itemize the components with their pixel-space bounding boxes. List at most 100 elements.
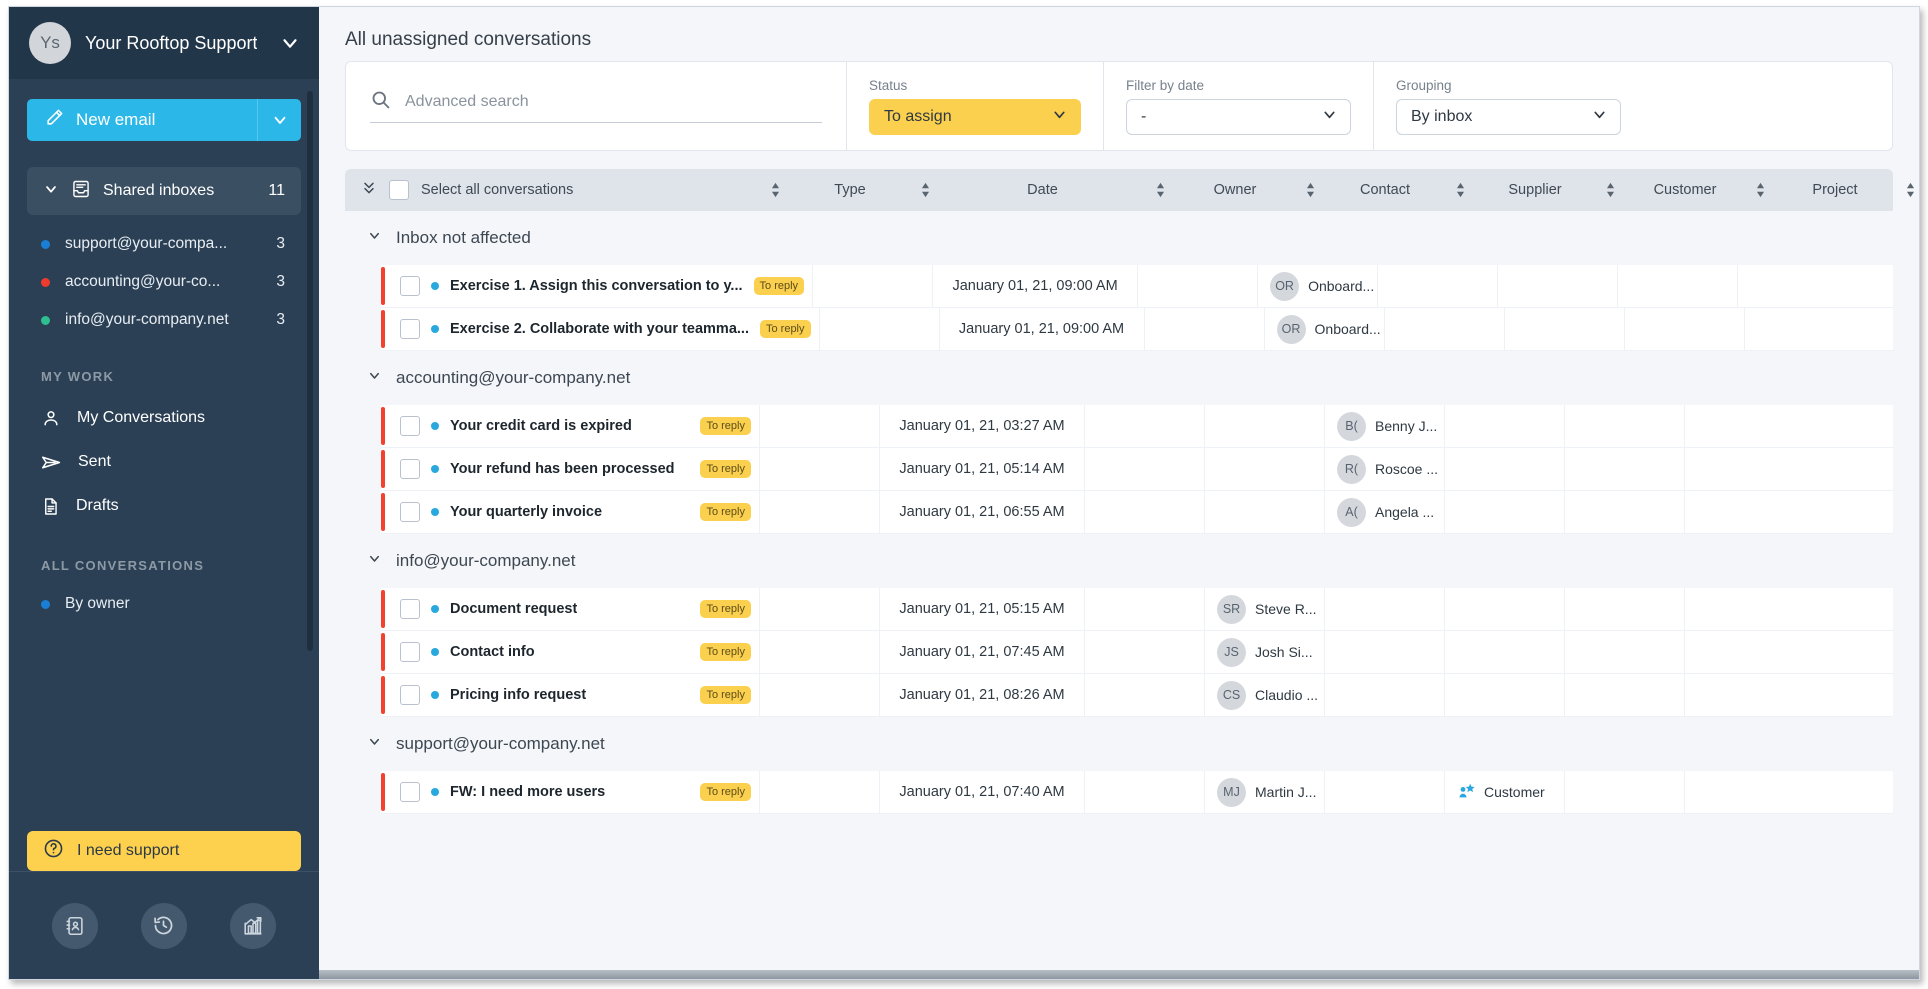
new-email-button[interactable]: New email: [27, 99, 301, 141]
chevron-down-icon[interactable]: [367, 734, 382, 754]
group-header[interactable]: Inbox not affected: [345, 211, 1893, 265]
subject-cell[interactable]: Document requestTo reply: [381, 588, 760, 630]
subject-cell[interactable]: FW: I need more usersTo reply: [381, 771, 760, 813]
table-row[interactable]: Your quarterly invoiceTo replyJanuary 01…: [381, 491, 1893, 534]
group-header[interactable]: accounting@your-company.net: [345, 351, 1893, 405]
row-checkbox[interactable]: [400, 599, 420, 619]
row-checkbox[interactable]: [400, 459, 420, 479]
group-header[interactable]: info@your-company.net: [345, 534, 1893, 588]
grouping-select[interactable]: By inbox: [1396, 99, 1621, 135]
need-support-label: I need support: [77, 842, 179, 860]
row-checkbox[interactable]: [400, 685, 420, 705]
supplier-cell[interactable]: R(Roscoe ...: [1325, 448, 1445, 490]
row-checkbox[interactable]: [400, 319, 420, 339]
contact-cell[interactable]: JSJosh Si...: [1205, 631, 1325, 673]
section-label-my-work: MY WORK: [41, 369, 301, 384]
sidebar-item-drafts[interactable]: Drafts: [27, 484, 301, 528]
customer-cell[interactable]: Customer: [1445, 771, 1565, 813]
row-checkbox[interactable]: [400, 502, 420, 522]
contact-cell[interactable]: MJMartin J...: [1205, 771, 1325, 813]
sidebar: Ys Your Rooftop Support New email: [9, 7, 319, 979]
sort-toggle-subject[interactable]: [760, 182, 790, 198]
contact-cell[interactable]: OROnboard...: [1258, 265, 1378, 307]
subject-cell[interactable]: Your refund has been processedTo reply: [381, 448, 760, 490]
shared-inboxes-label: Shared inboxes: [103, 182, 214, 200]
subject-cell[interactable]: Pricing info requestTo reply: [381, 674, 760, 716]
sort-toggle-customer[interactable]: [1745, 182, 1775, 198]
subject-cell[interactable]: Exercise 2. Collaborate with your teamma…: [381, 308, 820, 350]
group-name: Inbox not affected: [396, 228, 531, 248]
column-header-type[interactable]: Type: [790, 182, 910, 198]
group-name: info@your-company.net: [396, 551, 575, 571]
column-header-owner[interactable]: Owner: [1175, 182, 1295, 198]
supplier-cell[interactable]: B(Benny J...: [1325, 405, 1445, 447]
chevron-down-icon[interactable]: [279, 32, 301, 54]
contact-cell[interactable]: CSClaudio ...: [1205, 674, 1325, 716]
sidebar-item-inbox-support[interactable]: support@your-compa... 3: [27, 225, 301, 263]
document-icon: [41, 497, 60, 516]
date-select[interactable]: -: [1126, 99, 1351, 135]
row-checkbox[interactable]: [400, 642, 420, 662]
table-header-select-all[interactable]: Select all conversations: [345, 179, 760, 201]
row-checkbox[interactable]: [400, 782, 420, 802]
history-clock-icon[interactable]: [141, 903, 187, 949]
select-all-checkbox[interactable]: [389, 180, 409, 200]
group-header[interactable]: support@your-company.net: [345, 717, 1893, 771]
sort-toggle-date[interactable]: [1145, 182, 1175, 198]
sidebar-item-label: My Conversations: [77, 409, 205, 427]
column-header-project[interactable]: Project: [1775, 182, 1895, 198]
table-row[interactable]: Pricing info requestTo replyJanuary 01, …: [381, 674, 1893, 717]
subject-cell[interactable]: Exercise 1. Assign this conversation to …: [381, 265, 813, 307]
sidebar-item-by-owner[interactable]: By owner: [27, 585, 301, 623]
sidebar-scrollbar[interactable]: [307, 91, 313, 651]
type-cell: [760, 631, 880, 673]
org-switcher[interactable]: Ys Your Rooftop Support: [9, 7, 319, 79]
avatar: A(: [1337, 498, 1366, 527]
sort-toggle-contact[interactable]: [1445, 182, 1475, 198]
owner-cell: [1085, 491, 1205, 533]
sidebar-item-inbox-accounting[interactable]: accounting@your-co... 3: [27, 263, 301, 301]
column-header-customer[interactable]: Customer: [1625, 182, 1745, 198]
table-row[interactable]: Document requestTo replyJanuary 01, 21, …: [381, 588, 1893, 631]
sidebar-item-sent[interactable]: Sent: [27, 440, 301, 484]
column-header-supplier[interactable]: Supplier: [1475, 182, 1595, 198]
chevron-down-icon[interactable]: [367, 551, 382, 571]
subject-cell[interactable]: Contact infoTo reply: [381, 631, 760, 673]
contacts-book-icon[interactable]: [52, 903, 98, 949]
status-select[interactable]: To assign: [869, 99, 1081, 135]
date-cell: January 01, 21, 07:45 AM: [880, 631, 1085, 673]
horizontal-scrollbar[interactable]: [319, 970, 1919, 979]
row-checkbox[interactable]: [400, 276, 420, 296]
table-row[interactable]: Exercise 1. Assign this conversation to …: [381, 265, 1893, 308]
sidebar-item-my-conversations[interactable]: My Conversations: [27, 396, 301, 440]
table-row[interactable]: Exercise 2. Collaborate with your teamma…: [381, 308, 1893, 351]
table-row[interactable]: Contact infoTo reply January 01, 21, 07:4…: [381, 631, 1893, 674]
supplier-cell[interactable]: A(Angela ...: [1325, 491, 1445, 533]
sidebar-item-shared-inboxes[interactable]: Shared inboxes 11: [27, 167, 301, 215]
subject-cell[interactable]: Your credit card is expiredTo reply: [381, 405, 760, 447]
row-checkbox[interactable]: [400, 416, 420, 436]
analytics-chart-icon[interactable]: [230, 903, 276, 949]
need-support-button[interactable]: I need support: [27, 831, 301, 871]
contact-name: Onboard...: [1308, 278, 1374, 294]
sort-toggle-project[interactable]: [1895, 182, 1919, 198]
chevron-down-icon[interactable]: [367, 368, 382, 388]
subject-cell[interactable]: Your quarterly invoiceTo reply: [381, 491, 760, 533]
search-input[interactable]: [405, 93, 822, 111]
customer-cell: [1445, 631, 1565, 673]
sort-toggle-owner[interactable]: [1295, 182, 1325, 198]
new-email-main[interactable]: New email: [27, 99, 257, 141]
column-header-date[interactable]: Date: [940, 182, 1145, 198]
new-email-dropdown-button[interactable]: [257, 99, 301, 141]
expand-all-icon[interactable]: [361, 179, 377, 201]
sort-toggle-type[interactable]: [910, 182, 940, 198]
sidebar-item-inbox-info[interactable]: info@your-company.net 3: [27, 301, 301, 339]
table-row[interactable]: Your refund has been processedTo replyJa…: [381, 448, 1893, 491]
chevron-down-icon[interactable]: [367, 228, 382, 248]
column-header-contact[interactable]: Contact: [1325, 182, 1445, 198]
table-row[interactable]: Your credit card is expiredTo replyJanua…: [381, 405, 1893, 448]
contact-cell[interactable]: OROnboard...: [1265, 308, 1385, 350]
contact-cell[interactable]: SRSteve R...: [1205, 588, 1325, 630]
table-row[interactable]: FW: I need more usersTo replyJanuary 01,…: [381, 771, 1893, 814]
sort-toggle-supplier[interactable]: [1595, 182, 1625, 198]
